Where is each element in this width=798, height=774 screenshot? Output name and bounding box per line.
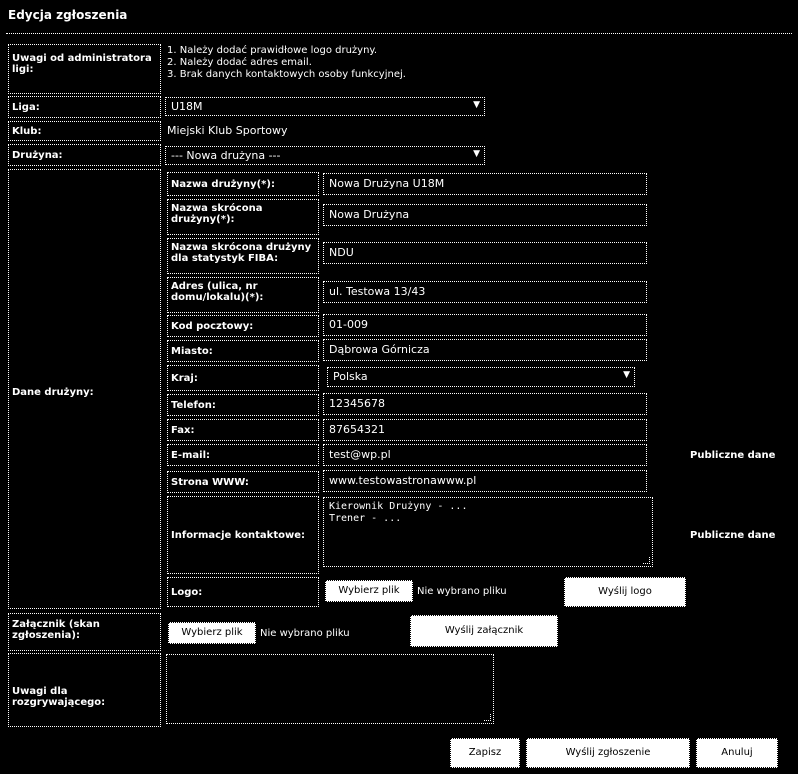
team-fax-input[interactable]: 87654321 bbox=[323, 419, 647, 441]
team-label-cell-9: Strona WWW: bbox=[167, 471, 319, 493]
comments-label-cell: Uwagi dla rozgrywającego: bbox=[8, 653, 161, 727]
team-label-cell-6: Telefon: bbox=[167, 394, 319, 416]
field-label-adres: Adres (ulica, nr domu/lokalu)(*): bbox=[171, 281, 264, 303]
liga-label: Liga: bbox=[12, 102, 40, 113]
team-email-input[interactable]: test@wp.pl bbox=[323, 444, 647, 466]
field-label-www: Strona WWW: bbox=[171, 477, 249, 488]
field-label-email: E-mail: bbox=[171, 450, 211, 461]
dane-label-cell: Dane drużyny: bbox=[8, 169, 161, 609]
field-label-logo: Logo: bbox=[171, 587, 203, 598]
team-label-cell-8: E-mail: bbox=[167, 444, 319, 466]
klub-value: Miejski Klub Sportowy bbox=[167, 124, 288, 137]
liga-label-cell: Liga: bbox=[8, 96, 161, 118]
cancel-button[interactable]: Anuluj bbox=[696, 738, 778, 768]
druzyna-select[interactable]: --- Nowa drużyna --- ▼ bbox=[165, 146, 485, 165]
team-short-name-input[interactable]: Nowa Drużyna bbox=[323, 204, 647, 226]
team-label-cell-4: Kod pocztowy: bbox=[167, 315, 319, 337]
field-label-telefon: Telefon: bbox=[171, 400, 216, 411]
field-label-nazwa: Nazwa drużyny(*): bbox=[171, 179, 275, 190]
team-www-input[interactable]: www.testowastronawww.pl bbox=[323, 470, 647, 492]
team-label-cell-2: Nazwa skrócona drużyny dla statystyk FIB… bbox=[167, 238, 319, 274]
team-address-input[interactable]: ul. Testowa 13/43 bbox=[323, 281, 647, 303]
contact-info-line-1: Kierownik Drużyny - ... bbox=[329, 501, 468, 512]
admin-note-1: 1. Należy dodać prawidłowe logo drużyny. bbox=[167, 45, 378, 56]
field-label-fiba: Nazwa skrócona drużyny dla statystyk FIB… bbox=[171, 242, 312, 264]
team-label-cell-1: Nazwa skrócona drużyny(*): bbox=[167, 199, 319, 235]
resize-grip-icon[interactable] bbox=[643, 557, 650, 564]
admin-notes: 1. Należy dodać prawidłowe logo drużyny.… bbox=[167, 45, 406, 81]
liga-select-value: U18M bbox=[171, 100, 203, 113]
team-label-cell-kraj: Kraj: bbox=[167, 365, 319, 391]
dane-label: Dane drużyny: bbox=[12, 387, 94, 398]
team-name-input[interactable]: Nowa Drużyna U18M bbox=[323, 173, 647, 195]
upload-logo-button[interactable]: Wyślij logo bbox=[564, 577, 686, 607]
druzyna-label: Drużyna: bbox=[12, 150, 63, 161]
admin-label-cell: Uwagi od administratora ligi: bbox=[8, 44, 161, 94]
chevron-down-icon: ▼ bbox=[623, 370, 630, 380]
attachment-no-file-label: Nie wybrano pliku bbox=[260, 628, 350, 639]
admin-note-2: 2. Należy dodać adres email. bbox=[167, 57, 312, 68]
team-fiba-name-input[interactable]: NDU bbox=[323, 242, 647, 264]
team-city-input[interactable]: Dąbrowa Górnicza bbox=[323, 339, 647, 361]
field-label-info: Informacje kontaktowe: bbox=[171, 530, 305, 541]
save-button[interactable]: Zapisz bbox=[450, 738, 520, 768]
druzyna-label-cell: Drużyna: bbox=[8, 144, 161, 166]
public-data-label-email: Publiczne dane bbox=[690, 450, 776, 461]
team-label-cell-logo: Logo: bbox=[167, 577, 319, 607]
field-label-kraj: Kraj: bbox=[171, 373, 198, 384]
field-label-miasto: Miasto: bbox=[171, 346, 213, 357]
logo-no-file-label: Nie wybrano pliku bbox=[417, 586, 507, 597]
team-label-cell-5: Miasto: bbox=[167, 340, 319, 362]
comments-label: Uwagi dla rozgrywającego: bbox=[12, 686, 106, 708]
team-postal-code-input[interactable]: 01-009 bbox=[323, 314, 647, 336]
kraj-select-value: Polska bbox=[333, 370, 368, 383]
chevron-down-icon: ▼ bbox=[473, 100, 480, 110]
page-title: Edycja zgłoszenia bbox=[8, 8, 128, 22]
field-label-kod: Kod pocztowy: bbox=[171, 321, 254, 332]
resize-grip-icon[interactable] bbox=[484, 714, 491, 721]
public-data-label-info: Publiczne dane bbox=[690, 530, 776, 541]
team-phone-input[interactable]: 12345678 bbox=[323, 393, 647, 415]
comments-textarea[interactable] bbox=[166, 654, 494, 724]
field-label-nazwa-skrocona: Nazwa skrócona drużyny(*): bbox=[171, 203, 263, 225]
team-label-cell-info: Informacje kontaktowe: bbox=[167, 496, 319, 574]
contact-info-textarea[interactable]: Kierownik Drużyny - ... Trener - ... bbox=[323, 497, 653, 567]
liga-select[interactable]: U18M ▼ bbox=[165, 97, 485, 116]
team-label-cell-3: Adres (ulica, nr domu/lokalu)(*): bbox=[167, 277, 319, 313]
attachment-choose-file-button[interactable]: Wybierz plik bbox=[168, 622, 256, 644]
druzyna-select-value: --- Nowa drużyna --- bbox=[171, 149, 281, 162]
submit-application-button[interactable]: Wyślij zgłoszenie bbox=[526, 738, 690, 768]
chevron-down-icon: ▼ bbox=[473, 149, 480, 159]
team-label-cell-7: Fax: bbox=[167, 419, 319, 441]
team-label-cell-0: Nazwa drużyny(*): bbox=[167, 172, 319, 196]
kraj-select[interactable]: Polska ▼ bbox=[327, 367, 635, 387]
upload-attachment-button[interactable]: Wyślij załącznik bbox=[410, 615, 558, 647]
attachment-label: Załącznik (skan zgłoszenia): bbox=[12, 619, 100, 641]
attachment-label-cell: Załącznik (skan zgłoszenia): bbox=[8, 613, 161, 651]
klub-label-cell: Klub: bbox=[8, 121, 161, 141]
field-label-fax: Fax: bbox=[171, 425, 195, 436]
admin-note-3: 3. Brak danych kontaktowych osoby funkcy… bbox=[167, 69, 406, 80]
logo-choose-file-button[interactable]: Wybierz plik bbox=[325, 580, 413, 602]
admin-label: Uwagi od administratora ligi: bbox=[12, 53, 152, 75]
contact-info-line-2: Trener - ... bbox=[329, 513, 402, 524]
title-divider bbox=[6, 33, 792, 34]
klub-label: Klub: bbox=[12, 126, 42, 137]
